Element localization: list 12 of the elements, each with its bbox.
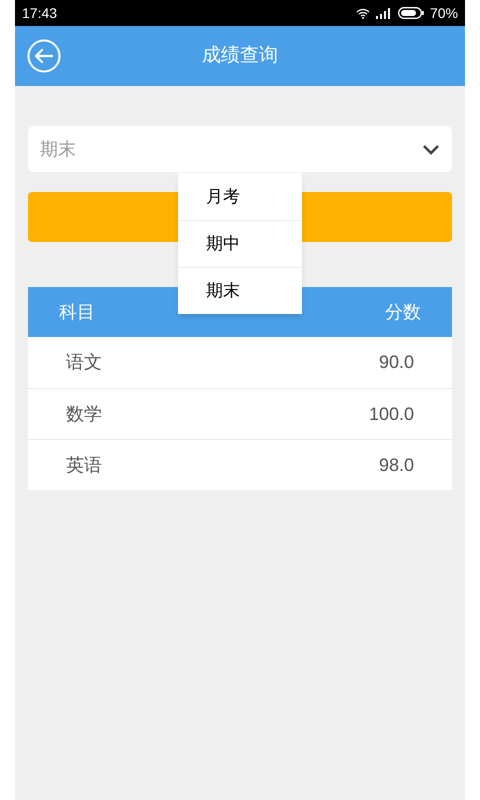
table-cell-text: 90.0 [378,351,414,374]
column-header: 分数 [385,300,421,324]
page-title: 成绩查询 [202,44,278,68]
table-cell-text: 98.0 [378,454,414,476]
table-cell-text: 数学 [66,402,102,426]
select-value: 期末 [40,138,76,160]
column-header: 科目 [59,300,95,324]
table-cell-text: 英语 [66,454,102,476]
table-cell-text: 语文 [66,351,102,374]
status-time: 17:43 [22,4,58,22]
table-cell-text: 100.0 [368,402,414,426]
battery-level: 70% [430,4,458,22]
